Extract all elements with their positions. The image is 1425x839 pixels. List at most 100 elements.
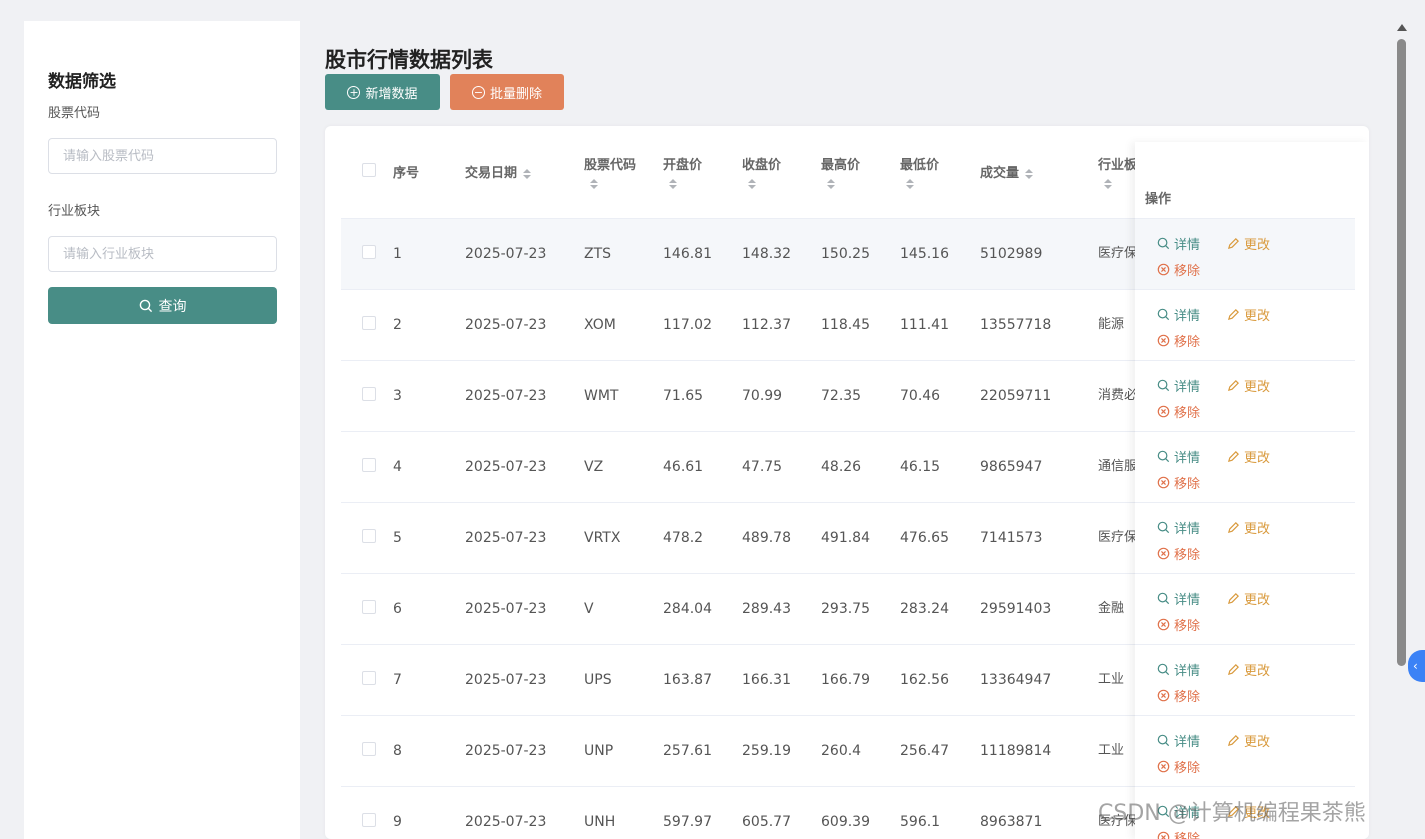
edit-button[interactable]: 更改 <box>1227 234 1270 253</box>
edit-button[interactable]: 更改 <box>1227 731 1270 750</box>
view-detail-button[interactable]: 详情 <box>1157 660 1200 679</box>
remove-button[interactable]: 移除 <box>1157 828 1200 839</box>
view-detail-button-label: 详情 <box>1174 451 1201 466</box>
row-low: 111.41 <box>900 316 949 333</box>
header-index: 序号 <box>393 166 420 182</box>
remove-button[interactable]: 移除 <box>1157 473 1200 492</box>
ops-row: 详情 更改移除 <box>1135 360 1355 431</box>
stock-code-input[interactable] <box>48 138 277 174</box>
row-high: 150.25 <box>821 245 870 262</box>
sort-icon[interactable] <box>827 179 900 190</box>
edit-button-label: 更改 <box>1244 735 1271 750</box>
row-date: 2025-07-23 <box>465 387 547 404</box>
remove-button[interactable]: 移除 <box>1157 402 1200 421</box>
edit-button[interactable]: 更改 <box>1227 589 1270 608</box>
row-high: 72.35 <box>821 387 862 404</box>
row-volume: 13557718 <box>980 316 1052 333</box>
view-detail-button-label: 详情 <box>1174 380 1201 395</box>
view-detail-button[interactable]: 详情 <box>1157 731 1200 750</box>
edit-button[interactable]: 更改 <box>1227 376 1270 395</box>
row-volume: 5102989 <box>980 245 1043 262</box>
search-button-label: 查询 <box>158 298 187 315</box>
view-detail-button[interactable]: 详情 <box>1157 305 1200 324</box>
header-ops: 操作 <box>1145 192 1172 207</box>
sector-label: 行业板块 <box>48 204 101 219</box>
row-checkbox[interactable] <box>362 457 376 472</box>
row-code: UNH <box>584 813 616 830</box>
select-all-checkbox[interactable] <box>362 162 376 177</box>
row-volume: 22059711 <box>980 387 1052 404</box>
add-data-button[interactable]: + 新增数据 <box>325 74 440 110</box>
remove-button[interactable]: 移除 <box>1157 544 1200 563</box>
row-date: 2025-07-23 <box>465 600 547 617</box>
edit-button[interactable]: 更改 <box>1227 447 1270 466</box>
row-index: 1 <box>393 245 402 262</box>
remove-button[interactable]: 移除 <box>1157 331 1200 350</box>
search-icon <box>1157 450 1170 463</box>
view-detail-button[interactable]: 详情 <box>1157 376 1200 395</box>
row-checkbox[interactable] <box>362 528 376 543</box>
close-circle-icon <box>1157 263 1170 276</box>
header-open[interactable]: 开盘价 <box>663 126 742 218</box>
search-icon <box>1157 734 1170 747</box>
page: 数据筛选 股票代码 行业板块 查询 股市行情数据列表 + 新增数据 − 批量删除 <box>0 0 1425 839</box>
sector-input[interactable] <box>48 236 277 272</box>
batch-delete-button[interactable]: − 批量删除 <box>450 74 564 110</box>
row-code: VZ <box>584 458 604 475</box>
side-panel-toggle[interactable]: ‹ <box>1408 650 1425 682</box>
header-volume[interactable]: 成交量 <box>980 126 1098 218</box>
edit-button[interactable]: 更改 <box>1227 660 1270 679</box>
sort-icon[interactable] <box>669 179 742 190</box>
header-high[interactable]: 最高价 <box>821 126 900 218</box>
search-icon <box>1157 308 1170 321</box>
view-detail-button[interactable]: 详情 <box>1157 447 1200 466</box>
header-low[interactable]: 最低价 <box>900 126 980 218</box>
row-close: 166.31 <box>742 671 791 688</box>
sort-icon[interactable] <box>1025 168 1034 179</box>
ops-row: 详情 更改移除 <box>1135 644 1355 715</box>
search-button[interactable]: 查询 <box>48 287 277 324</box>
remove-button[interactable]: 移除 <box>1157 615 1200 634</box>
ops-row: 详情 更改移除 <box>1135 289 1355 360</box>
remove-button[interactable]: 移除 <box>1157 686 1200 705</box>
row-checkbox[interactable] <box>362 386 376 401</box>
page-scrollbar[interactable] <box>1395 21 1409 839</box>
watermark: CSDN @计算机编程果茶熊 <box>1098 801 1366 826</box>
sort-icon[interactable] <box>748 179 821 190</box>
view-detail-button[interactable]: 详情 <box>1157 589 1200 608</box>
row-checkbox[interactable] <box>362 670 376 685</box>
remove-button[interactable]: 移除 <box>1157 757 1200 776</box>
edit-button[interactable]: 更改 <box>1227 305 1270 324</box>
row-checkbox[interactable] <box>362 599 376 614</box>
row-code: UPS <box>584 671 612 688</box>
row-open: 597.97 <box>663 813 712 830</box>
sort-icon[interactable] <box>906 179 980 190</box>
header-code[interactable]: 股票代码 <box>584 126 663 218</box>
search-icon <box>1157 521 1170 534</box>
row-high: 260.4 <box>821 742 862 759</box>
remove-button[interactable]: 移除 <box>1157 260 1200 279</box>
header-close[interactable]: 收盘价 <box>742 126 821 218</box>
ops-row: 详情 更改移除 <box>1135 573 1355 644</box>
row-close: 47.75 <box>742 458 783 475</box>
sort-icon[interactable] <box>590 179 663 190</box>
view-detail-button[interactable]: 详情 <box>1157 234 1200 253</box>
row-open: 146.81 <box>663 245 712 262</box>
row-checkbox[interactable] <box>362 315 376 330</box>
row-date: 2025-07-23 <box>465 529 547 546</box>
row-high: 609.39 <box>821 813 870 830</box>
row-index: 3 <box>393 387 402 404</box>
row-checkbox[interactable] <box>362 244 376 259</box>
scrollbar-thumb[interactable] <box>1397 39 1406 666</box>
row-open: 478.2 <box>663 529 704 546</box>
edit-button[interactable]: 更改 <box>1227 518 1270 537</box>
row-checkbox[interactable] <box>362 741 376 756</box>
view-detail-button-label: 详情 <box>1174 735 1201 750</box>
row-close: 70.99 <box>742 387 783 404</box>
sort-icon[interactable] <box>523 168 532 179</box>
header-date[interactable]: 交易日期 <box>465 126 584 218</box>
close-circle-icon <box>1157 476 1170 489</box>
row-checkbox[interactable] <box>362 812 376 827</box>
scroll-up-arrow-icon[interactable] <box>1397 24 1407 31</box>
view-detail-button[interactable]: 详情 <box>1157 518 1200 537</box>
